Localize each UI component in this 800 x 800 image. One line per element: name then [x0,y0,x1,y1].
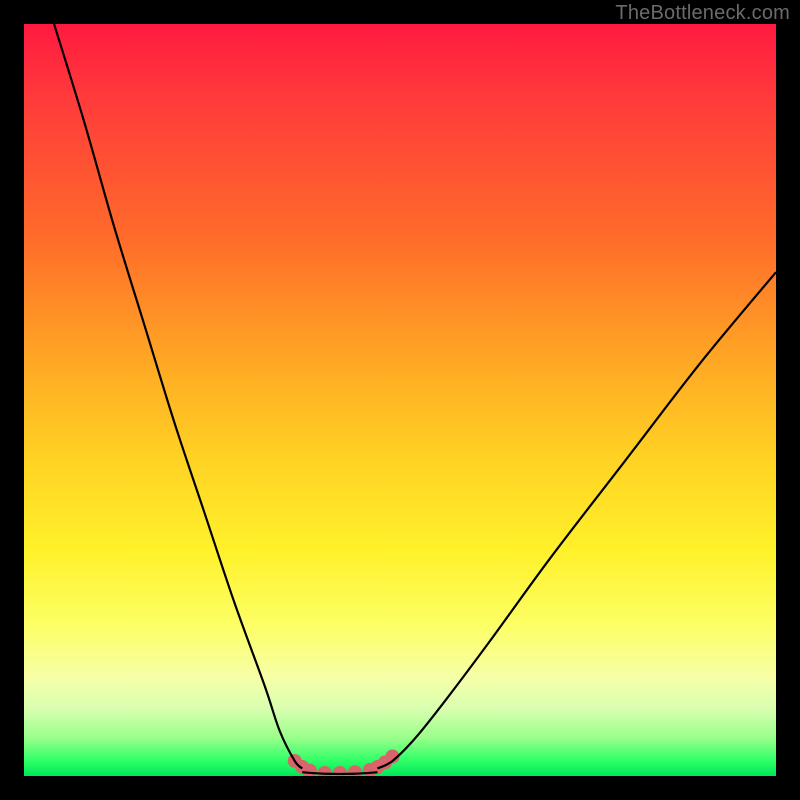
curve-svg [24,24,776,776]
chart-frame: TheBottleneck.com [0,0,800,800]
gradient-plot-area [24,24,776,776]
curve-left [54,24,302,768]
curve-right [377,272,776,768]
watermark-text: TheBottleneck.com [615,2,790,25]
